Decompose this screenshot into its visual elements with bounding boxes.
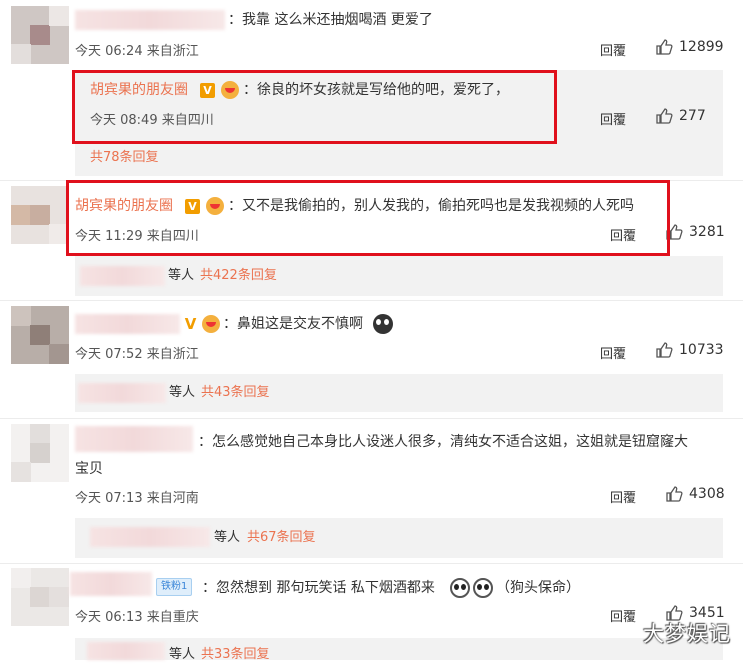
highlight-box	[66, 180, 670, 256]
thumbs-up-icon	[666, 486, 683, 502]
like-button[interactable]: 4308	[665, 485, 725, 503]
comment-meta: 今天 07:52 来自浙江	[75, 347, 199, 362]
divider	[0, 300, 743, 301]
comment-text: ：鼻姐这是交友不慎啊	[223, 316, 363, 332]
like-count: 3281	[689, 224, 725, 240]
comment-meta: 今天 07:13 来自河南	[75, 491, 199, 506]
dog-head-emoji-icon	[473, 578, 493, 598]
like-button[interactable]: 277	[655, 107, 706, 125]
comment-text-continued: 宝贝	[75, 461, 103, 477]
highlight-box	[72, 70, 557, 144]
avatar[interactable]	[11, 568, 69, 626]
username-blurred[interactable]	[75, 314, 180, 334]
reply-button[interactable]: 回覆	[600, 40, 626, 59]
more-replies-link[interactable]: 共422条回复	[200, 266, 277, 286]
thumbs-up-icon	[656, 39, 673, 55]
username-blurred[interactable]	[70, 572, 152, 596]
verified-icon: V	[184, 315, 197, 333]
more-replies-link[interactable]: 共43条回复	[201, 383, 270, 403]
username-blurred[interactable]	[75, 10, 225, 30]
avatar[interactable]	[11, 306, 69, 364]
divider	[0, 563, 743, 564]
more-replies-prefix: 等人	[169, 385, 196, 400]
like-count: 4308	[689, 486, 725, 502]
reply-button[interactable]: 回覆	[610, 606, 636, 625]
comment-text: ：忽然想到 那句玩笑话 私下烟酒都来	[202, 580, 435, 596]
username-blurred[interactable]	[87, 642, 165, 660]
divider	[0, 418, 743, 419]
more-replies-prefix: 等人	[169, 647, 196, 662]
more-replies-prefix: 等人	[168, 268, 195, 283]
more-replies-link[interactable]: 共33条回复	[201, 645, 270, 665]
comment-text: ：我靠 这么米还抽烟喝酒 更爱了	[228, 12, 433, 28]
dog-head-emoji-icon	[450, 578, 470, 598]
avatar[interactable]	[11, 186, 69, 244]
username-blurred[interactable]	[78, 383, 166, 403]
thumbs-up-icon	[656, 342, 673, 358]
username-blurred[interactable]	[75, 426, 193, 452]
comment-meta: 今天 06:24 来自浙江	[75, 44, 199, 59]
like-count: 277	[679, 108, 706, 124]
reply-button[interactable]: 回覆	[600, 109, 626, 128]
thumbs-up-icon	[656, 108, 673, 124]
comment-text-tail: （狗头保命）	[496, 580, 580, 596]
like-count: 12899	[679, 39, 724, 55]
avatar[interactable]	[11, 6, 69, 64]
more-replies-link[interactable]: 共78条回复	[90, 148, 159, 168]
like-button[interactable]: 10733	[655, 341, 724, 359]
avatar[interactable]	[11, 424, 69, 482]
comment-meta: 今天 06:13 来自重庆	[75, 610, 199, 625]
more-replies-prefix: 等人	[214, 530, 241, 545]
comment-text: ：怎么感觉她自己本身比人设迷人很多，清纯女不适合这姐，这姐就是钮窟窿大	[198, 434, 688, 450]
crying-emoji-icon	[373, 314, 393, 334]
username-blurred[interactable]	[80, 266, 165, 286]
like-count: 10733	[679, 342, 724, 358]
fan-badge: 铁粉1	[156, 578, 193, 596]
reply-button[interactable]: 回覆	[600, 343, 626, 362]
like-button[interactable]: 3281	[665, 223, 725, 241]
watermark: 大梦娱记	[643, 622, 731, 646]
more-replies-link[interactable]: 共67条回复	[247, 528, 316, 548]
reply-button[interactable]: 回覆	[610, 487, 636, 506]
username-blurred[interactable]	[90, 527, 210, 547]
emoji-icon	[202, 315, 220, 333]
like-button[interactable]: 12899	[655, 38, 724, 56]
